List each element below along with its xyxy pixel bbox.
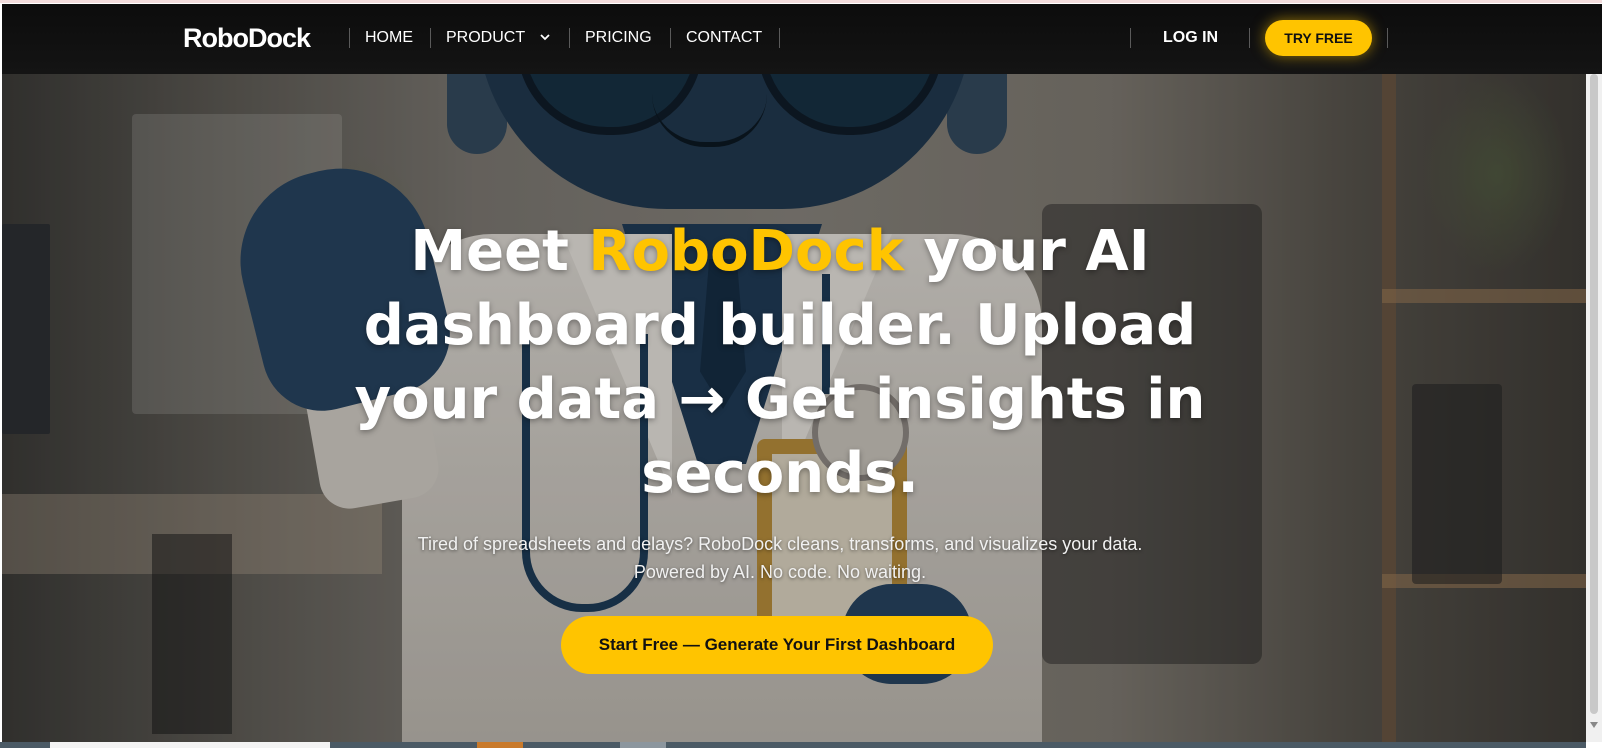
- subtext-line: Powered by AI. No code. No waiting.: [633, 562, 927, 582]
- nav-contact-link[interactable]: CONTACT: [686, 29, 762, 47]
- headline-prefix: Meet: [410, 219, 569, 284]
- headline-brand: RoboDock: [588, 219, 904, 284]
- scroll-down-arrow-icon[interactable]: [1590, 722, 1598, 728]
- nav-divider: [1249, 28, 1250, 48]
- next-section-card: [620, 742, 666, 748]
- nav-pricing-link[interactable]: PRICING: [585, 29, 652, 47]
- hero-headline: Meet RoboDock your AI dashboard builder.…: [330, 215, 1230, 511]
- nav-product-link[interactable]: PRODUCT: [446, 29, 525, 47]
- next-section-card: [50, 742, 330, 748]
- chevron-down-icon[interactable]: [538, 30, 552, 44]
- nav-divider: [430, 28, 431, 48]
- nav-divider: [779, 28, 780, 48]
- nav-divider: [569, 28, 570, 48]
- start-free-button[interactable]: Start Free — Generate Your First Dashboa…: [561, 616, 993, 674]
- login-link[interactable]: LOG IN: [1163, 29, 1218, 47]
- nav-divider: [1387, 28, 1388, 48]
- hero-subtext: Tired of spreadsheets and delays? RoboDo…: [330, 530, 1230, 586]
- subtext-line: Tired of spreadsheets and delays? RoboDo…: [417, 534, 1143, 554]
- vertical-scrollbar[interactable]: [1586, 74, 1602, 742]
- next-section-card: [477, 742, 523, 748]
- try-free-button[interactable]: TRY FREE: [1265, 20, 1372, 56]
- nav-divider: [349, 28, 350, 48]
- nav-divider: [670, 28, 671, 48]
- logo[interactable]: RoboDock: [183, 23, 311, 54]
- nav-home-link[interactable]: HOME: [365, 29, 413, 47]
- scrollbar-thumb[interactable]: [1590, 74, 1598, 714]
- nav-divider: [1130, 28, 1131, 48]
- top-navbar: RoboDock HOME PRODUCT PRICING CONTACT LO…: [2, 4, 1602, 74]
- top-strip: [0, 0, 1602, 3]
